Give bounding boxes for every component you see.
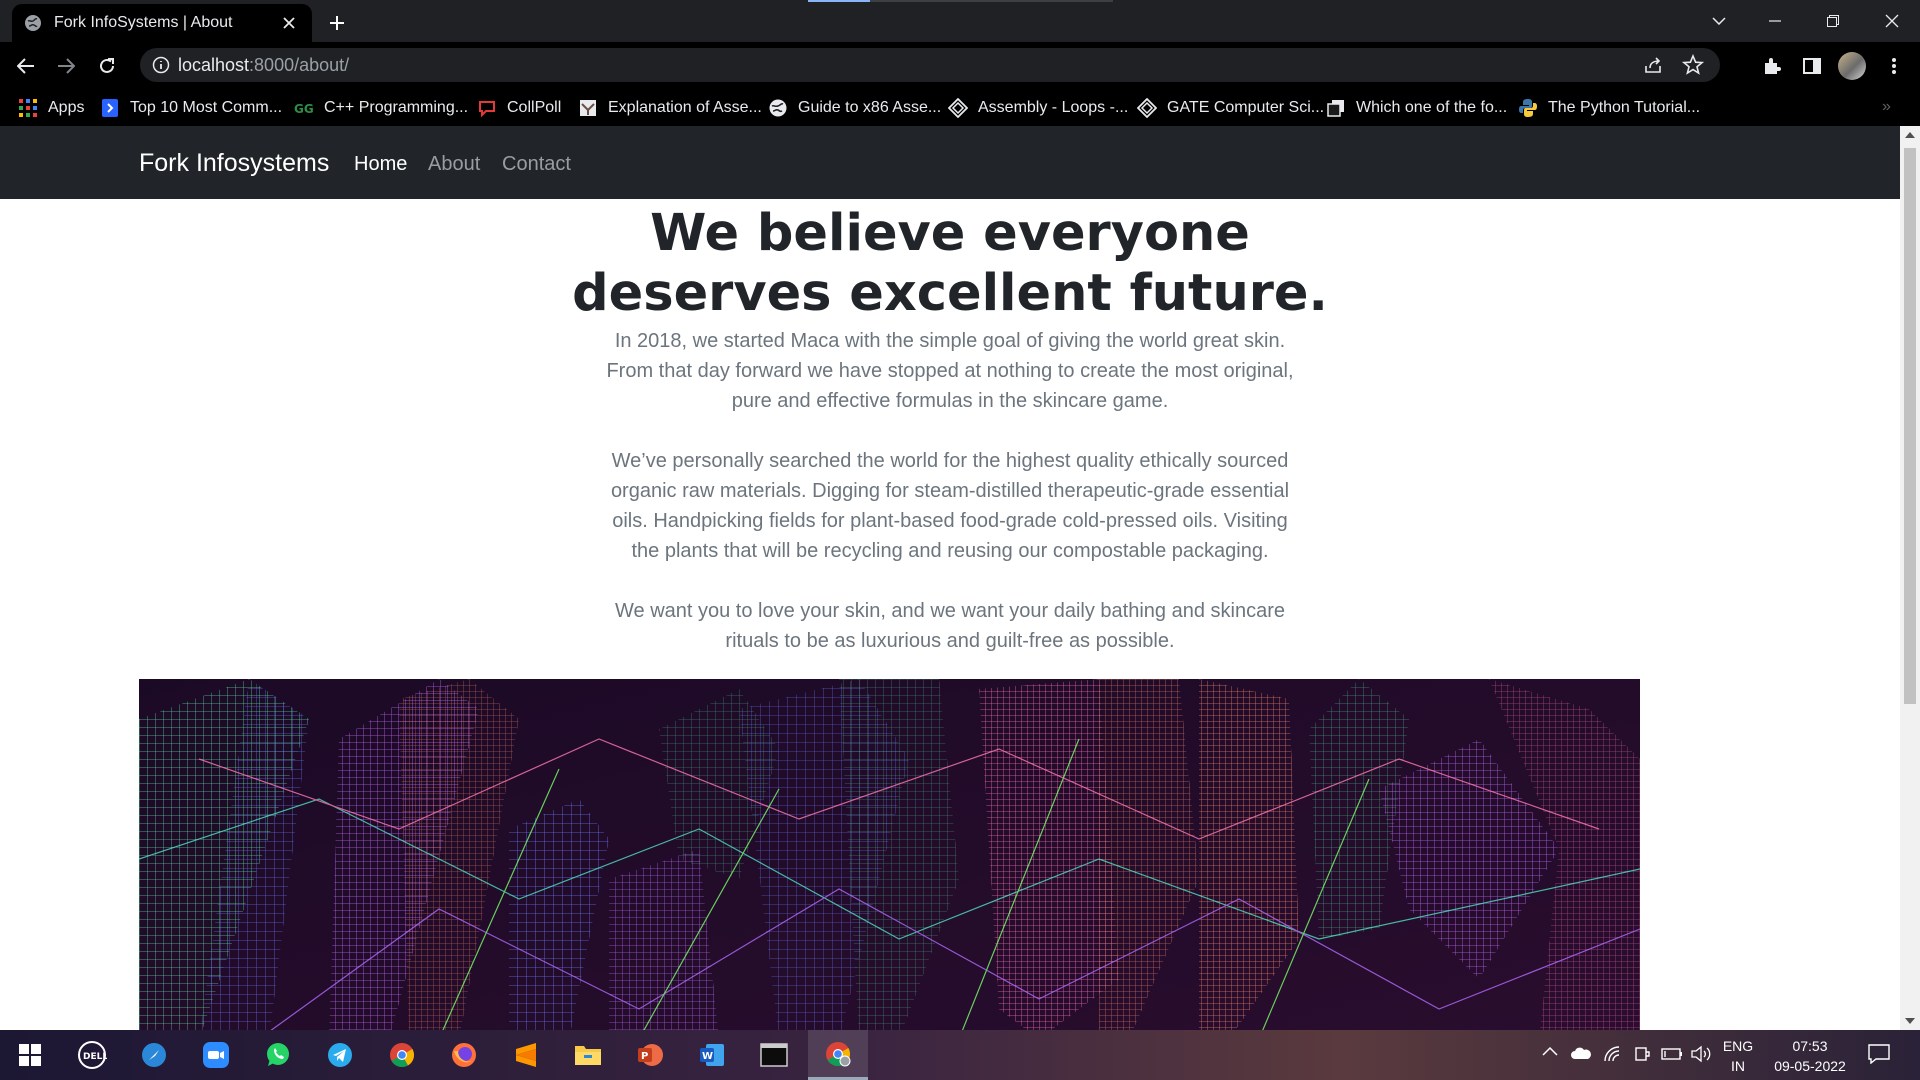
bookmark-assembly-loops[interactable]: Assembly - Loops -...: [948, 97, 1128, 119]
clock[interactable]: 07:53 09-05-2022: [1760, 1036, 1860, 1076]
scroll-down-arrow-icon[interactable]: [1905, 1018, 1915, 1024]
onedrive-cloud-icon[interactable]: [1570, 1046, 1592, 1060]
page-viewport: Fork Infosystems Home About Contact We b…: [0, 126, 1900, 1030]
bookmarks-bar: Apps Top 10 Most Comm... GG C++ Programm…: [0, 88, 1920, 126]
bookmark-cpp[interactable]: GG C++ Programming...: [294, 97, 468, 119]
powerpoint-icon[interactable]: P: [620, 1030, 680, 1080]
side-panel-icon[interactable]: [1796, 50, 1828, 82]
bookmark-which-one[interactable]: Which one of the fo...: [1326, 97, 1507, 119]
scroll-up-arrow-icon[interactable]: [1905, 132, 1915, 138]
bookmark-gate[interactable]: GATE Computer Sci...: [1137, 97, 1324, 119]
tab-search-icon[interactable]: [1691, 0, 1747, 42]
minimize-icon[interactable]: [1747, 0, 1803, 42]
file-explorer-icon[interactable]: [558, 1030, 618, 1080]
bookmark-dark-icon: [1326, 98, 1346, 118]
sourcing-paragraph: We’ve personally searched the world for …: [610, 450, 1290, 562]
word-icon[interactable]: W: [682, 1030, 742, 1080]
site-info-icon[interactable]: [152, 56, 170, 74]
menu-kebab-icon[interactable]: [1878, 50, 1910, 82]
sublime-icon[interactable]: [496, 1030, 556, 1080]
dell-icon[interactable]: DELL: [62, 1030, 122, 1080]
volume-icon[interactable]: [1690, 1045, 1712, 1063]
terminal-icon[interactable]: [744, 1030, 804, 1080]
url-text[interactable]: localhost:8000/about/: [178, 55, 349, 76]
bookmark-apps[interactable]: Apps: [18, 97, 84, 119]
svg-text:GG: GG: [294, 102, 314, 116]
site-brand[interactable]: Fork Infosystems: [139, 149, 329, 178]
tab-title: Fork InfoSystems | About: [54, 14, 233, 31]
firefox-icon[interactable]: [434, 1030, 494, 1080]
zoom-icon[interactable]: [186, 1030, 246, 1080]
chrome-active-icon[interactable]: [808, 1030, 868, 1080]
svg-text:W: W: [702, 1051, 713, 1062]
apps-grid-icon: [18, 98, 38, 118]
intro-paragraph: In 2018, we started Maca with the simple…: [606, 330, 1294, 412]
tutorialspoint-icon: [1137, 98, 1157, 118]
close-window-icon[interactable]: [1864, 0, 1920, 42]
device-icon[interactable]: [1634, 1045, 1650, 1063]
browser-titlebar: Fork InfoSystems | About: [0, 0, 1920, 42]
bookmark-top-10[interactable]: Top 10 Most Comm...: [100, 97, 282, 119]
wifi-icon[interactable]: [1603, 1045, 1621, 1063]
tab-strip-indicator: [808, 0, 1113, 2]
share-icon[interactable]: [1642, 54, 1664, 76]
bookmark-python-tutorial[interactable]: The Python Tutorial...: [1518, 97, 1700, 119]
windows-taskbar: DELL P W ENG IN 07:53 09-05-2022: [0, 1030, 1920, 1080]
wireframe-city-image: [139, 679, 1640, 1030]
site-navbar: Fork Infosystems Home About Contact: [0, 126, 1900, 199]
browser-toolbar: localhost:8000/about/: [0, 42, 1920, 88]
globe-icon: [768, 98, 788, 118]
whatsapp-icon[interactable]: [248, 1030, 308, 1080]
notification-icon[interactable]: [1868, 1044, 1890, 1064]
page-scrollbar[interactable]: [1900, 126, 1920, 1030]
scrollbar-thumb[interactable]: [1904, 148, 1916, 704]
bookmark-blue-icon: [100, 98, 120, 118]
bookmark-x86-guide[interactable]: Guide to x86 Asse...: [768, 97, 941, 119]
tab-close-icon[interactable]: [278, 12, 300, 34]
nav-link-home[interactable]: Home: [354, 153, 407, 176]
tutorialspoint-icon: [948, 98, 968, 118]
hero-title: We believe everyone deserves excellent f…: [572, 204, 1328, 323]
bookmark-explanation[interactable]: Explanation of Asse...: [578, 97, 762, 119]
restore-icon[interactable]: [1805, 0, 1861, 42]
new-tab-icon[interactable]: [322, 8, 352, 38]
telegram-icon[interactable]: [310, 1030, 370, 1080]
language-indicator[interactable]: ENG IN: [1716, 1036, 1760, 1076]
battery-icon[interactable]: [1661, 1047, 1683, 1061]
nav-link-about[interactable]: About: [428, 153, 480, 176]
bookmark-collpoll[interactable]: CollPoll: [477, 97, 561, 119]
address-bar[interactable]: localhost:8000/about/: [140, 48, 1720, 82]
forward-icon[interactable]: [50, 50, 82, 82]
stackexchange-icon: [578, 98, 598, 118]
collpoll-icon: [477, 98, 497, 118]
windows-start-icon[interactable]: [0, 1030, 60, 1080]
extensions-puzzle-icon[interactable]: [1756, 50, 1788, 82]
reload-icon[interactable]: [91, 50, 123, 82]
back-icon[interactable]: [10, 50, 42, 82]
nav-link-contact[interactable]: Contact: [502, 153, 571, 176]
bookmarks-overflow-icon[interactable]: »: [1882, 98, 1891, 116]
bookmark-star-icon[interactable]: [1682, 54, 1704, 76]
chrome-icon[interactable]: [372, 1030, 432, 1080]
profile-avatar[interactable]: [1838, 52, 1866, 80]
globe-favicon-icon: [24, 14, 42, 32]
geeksforgeeks-icon: GG: [294, 98, 314, 118]
show-hidden-icons-chevron-icon[interactable]: [1542, 1046, 1558, 1056]
svg-text:DELL: DELL: [83, 1052, 107, 1062]
browser-tab[interactable]: Fork InfoSystems | About: [12, 4, 312, 42]
safari-like-icon[interactable]: [124, 1030, 184, 1080]
mission-paragraph: We want you to love your skin, and we wa…: [615, 600, 1285, 652]
python-icon: [1518, 98, 1538, 118]
svg-text:P: P: [641, 1051, 648, 1062]
